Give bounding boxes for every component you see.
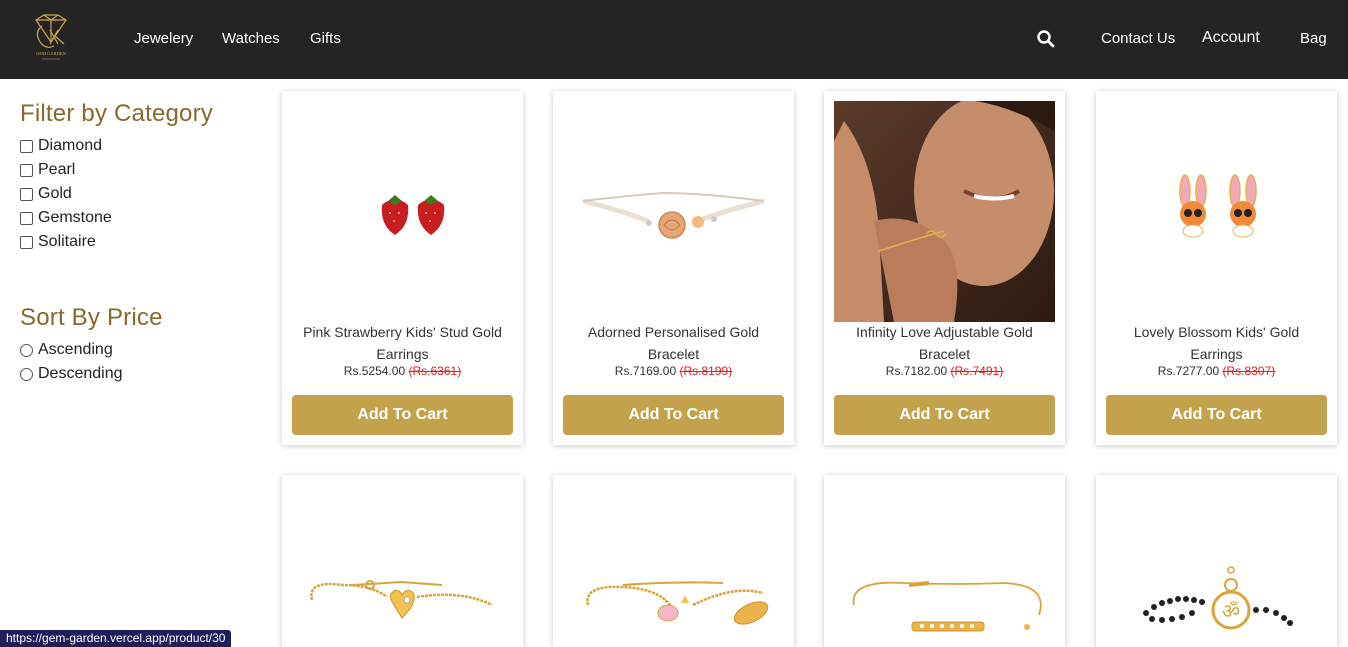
- add-to-cart-button[interactable]: Add To Cart: [563, 395, 784, 435]
- current-price: Rs.7182.00: [885, 364, 948, 378]
- checkbox[interactable]: [20, 211, 33, 225]
- search-icon[interactable]: [1036, 29, 1056, 49]
- nav-gifts[interactable]: Gifts: [310, 30, 341, 47]
- original-price: (Rs.8307): [1222, 364, 1276, 378]
- product-image-om-bracelet[interactable]: ॐ: [1106, 485, 1327, 647]
- product-image-personalised-bracelet[interactable]: [563, 101, 784, 322]
- bag-link[interactable]: Bag: [1300, 30, 1327, 47]
- product-card[interactable]: ॐ: [1096, 475, 1337, 647]
- sort-label: Ascending: [38, 341, 113, 358]
- category-gemstone[interactable]: Gemstone: [20, 206, 260, 230]
- radio-button[interactable]: [20, 367, 33, 381]
- checkbox[interactable]: [20, 163, 33, 177]
- nav-jewelery[interactable]: Jewelery: [134, 30, 193, 47]
- radio-button[interactable]: [20, 343, 33, 357]
- add-to-cart-button[interactable]: Add To Cart: [1106, 395, 1327, 435]
- category-label: Gemstone: [38, 209, 112, 226]
- product-name[interactable]: Lovely Blossom Kids' Gold Earrings: [1106, 321, 1327, 365]
- current-price: Rs.7277.00: [1157, 364, 1220, 378]
- category-label: Diamond: [38, 137, 103, 154]
- original-price: (Rs.7491): [950, 364, 1004, 378]
- product-price: Rs.7277.00 (Rs.8307): [1096, 364, 1337, 378]
- category-pearl[interactable]: Pearl: [20, 158, 260, 182]
- product-price: Rs.5254.00 (Rs.6361): [282, 364, 523, 378]
- link-status-bar: https://gem-garden.vercel.app/product/30: [0, 630, 232, 647]
- gem-garden-logo[interactable]: GEM GARDEN: [28, 14, 74, 64]
- sort-ascending[interactable]: Ascending: [20, 338, 260, 362]
- product-price: Rs.7169.00 (Rs.8199): [553, 364, 794, 378]
- product-card[interactable]: [282, 475, 523, 647]
- category-gold[interactable]: Gold: [20, 182, 260, 206]
- product-name[interactable]: Infinity Love Adjustable Gold Bracelet: [834, 321, 1055, 365]
- category-diamond[interactable]: Diamond: [20, 134, 260, 158]
- product-card[interactable]: Lovely Blossom Kids' Gold Earrings Rs.72…: [1096, 91, 1337, 445]
- category-label: Gold: [38, 185, 72, 202]
- product-card[interactable]: Adorned Personalised Gold Bracelet Rs.71…: [553, 91, 794, 445]
- category-solitaire[interactable]: Solitaire: [20, 230, 260, 254]
- checkbox[interactable]: [20, 139, 33, 153]
- product-image-heart-bracelet[interactable]: [292, 485, 513, 647]
- product-card[interactable]: [553, 475, 794, 647]
- add-to-cart-button[interactable]: Add To Cart: [834, 395, 1055, 435]
- product-image-infinity-bracelet-model[interactable]: [834, 101, 1055, 322]
- product-card[interactable]: Infinity Love Adjustable Gold Bracelet R…: [824, 91, 1065, 445]
- category-label: Pearl: [38, 161, 76, 178]
- filter-category-title: Filter by Category: [20, 100, 213, 127]
- current-price: Rs.7169.00: [614, 364, 677, 378]
- sort-descending[interactable]: Descending: [20, 362, 260, 386]
- product-name[interactable]: Pink Strawberry Kids' Stud Gold Earrings: [292, 321, 513, 365]
- product-image-blossom-earrings[interactable]: [1106, 101, 1327, 322]
- original-price: (Rs.8199): [679, 364, 733, 378]
- checkbox[interactable]: [20, 187, 33, 201]
- sort-label: Descending: [38, 365, 123, 382]
- product-price: Rs.7182.00 (Rs.7491): [824, 364, 1065, 378]
- nav-watches[interactable]: Watches: [222, 30, 280, 47]
- product-image-pig-bracelet[interactable]: [563, 485, 784, 647]
- svg-text:GEM GARDEN: GEM GARDEN: [36, 51, 67, 56]
- product-image-bar-bracelet[interactable]: [834, 485, 1055, 647]
- original-price: (Rs.6361): [408, 364, 462, 378]
- current-price: Rs.5254.00: [343, 364, 406, 378]
- account-link[interactable]: Account: [1202, 29, 1260, 47]
- top-navbar: GEM GARDEN Jewelery Watches Gifts Contac…: [0, 0, 1348, 79]
- product-card[interactable]: [824, 475, 1065, 647]
- sort-price-title: Sort By Price: [20, 304, 163, 331]
- contact-us-link[interactable]: Contact Us: [1101, 30, 1175, 47]
- svg-text:ॐ: ॐ: [1222, 599, 1240, 623]
- filter-sidebar: Filter by Category Diamond Pearl Gold Ge…: [20, 100, 260, 386]
- checkbox[interactable]: [20, 235, 33, 249]
- product-image-strawberry-earrings[interactable]: [292, 101, 513, 322]
- product-card[interactable]: Pink Strawberry Kids' Stud Gold Earrings…: [282, 91, 523, 445]
- product-name[interactable]: Adorned Personalised Gold Bracelet: [563, 321, 784, 365]
- add-to-cart-button[interactable]: Add To Cart: [292, 395, 513, 435]
- category-label: Solitaire: [38, 233, 96, 250]
